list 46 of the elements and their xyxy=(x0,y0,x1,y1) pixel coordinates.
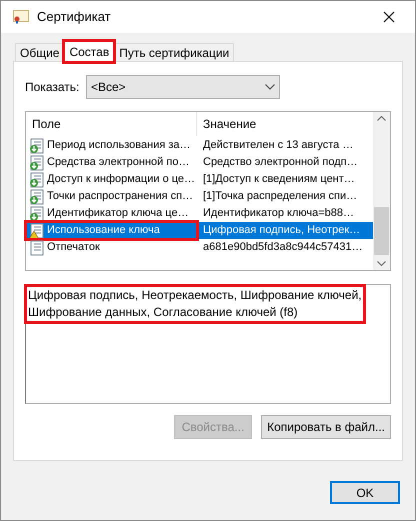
tab[interactable]: Состав xyxy=(64,41,114,62)
list-row[interactable]: Отпечаток a681e90bd5fd3a8c944c57431… xyxy=(26,239,373,256)
value-cell-text: Идентификатор ключа=b88… xyxy=(202,206,356,222)
field-cell: Отпечаток xyxy=(26,239,197,256)
scroll-up-icon xyxy=(377,116,386,121)
list-row[interactable]: Период использования за… Действителен с 13 августа … xyxy=(26,137,373,154)
field-cell: Точки распространения сп… xyxy=(26,188,197,205)
chevron-down-icon xyxy=(265,84,275,90)
close-icon xyxy=(383,11,395,23)
tab[interactable]: Общие xyxy=(15,43,64,61)
scroll-down-icon xyxy=(377,261,386,266)
list-row[interactable]: Использование ключа Цифровая подпись, Неотрек… xyxy=(26,222,373,239)
value-cell-text: Действителен с 13 августа … xyxy=(202,138,354,154)
list-row[interactable]: Доступ к информации о це… [1]Доступ к сведениям цент… xyxy=(26,171,373,188)
show-label: Показать: xyxy=(25,79,78,96)
column-header[interactable]: Значение xyxy=(197,112,373,136)
field-cell: Использование ключа xyxy=(26,222,197,239)
list-row[interactable]: Идентификатор ключа це… Идентификатор ключа=b88… xyxy=(26,205,373,222)
value-cell-text: Цифровая подпись, Неотрек… xyxy=(202,223,362,238)
window-title: Сертификат xyxy=(37,8,112,26)
value-cell-text: a681e90bd5fd3a8c944c57431… xyxy=(202,240,364,256)
action-button[interactable]: Копировать в файл... xyxy=(261,415,391,439)
list-row[interactable]: Средства электронной по… Средство электронной подп… xyxy=(26,154,373,171)
certificate-icon xyxy=(13,10,29,24)
scrollbar[interactable] xyxy=(373,112,390,270)
field-cell: Период использования за… xyxy=(26,137,197,154)
document-download-icon xyxy=(29,172,45,188)
scrollbar-thumb[interactable] xyxy=(374,207,389,255)
show-dropdown[interactable]: <Все> xyxy=(86,75,280,99)
document-download-icon xyxy=(29,154,45,170)
details-text: Цифровая подпись, Неотрекаемость, Шифрование ключей, Шифрование данных, Согласование ключей (f8) xyxy=(26,286,364,322)
document-icon xyxy=(29,240,45,256)
document-warning-icon xyxy=(29,222,45,238)
value-cell-text: [1]Доступ к сведениям цент… xyxy=(202,172,356,188)
field-cell: Средства электронной по… xyxy=(26,154,197,171)
field-cell: Идентификатор ключа це… xyxy=(26,205,197,222)
document-download-icon xyxy=(29,188,45,204)
list-row[interactable]: Точки распространения сп… [1]Точка распределения спи… xyxy=(26,188,373,205)
field-cell: Доступ к информации о це… xyxy=(26,171,197,188)
document-download-icon xyxy=(29,206,45,222)
document-download-icon xyxy=(29,138,45,154)
column-header[interactable]: Поле xyxy=(26,112,197,136)
ok-button[interactable]: OK xyxy=(330,481,400,504)
value-cell-text: [1]Точка распределения спи… xyxy=(202,189,358,204)
tab[interactable]: Путь сертификации xyxy=(114,43,234,61)
value-cell-text: Средство электронной подп… xyxy=(202,155,359,170)
